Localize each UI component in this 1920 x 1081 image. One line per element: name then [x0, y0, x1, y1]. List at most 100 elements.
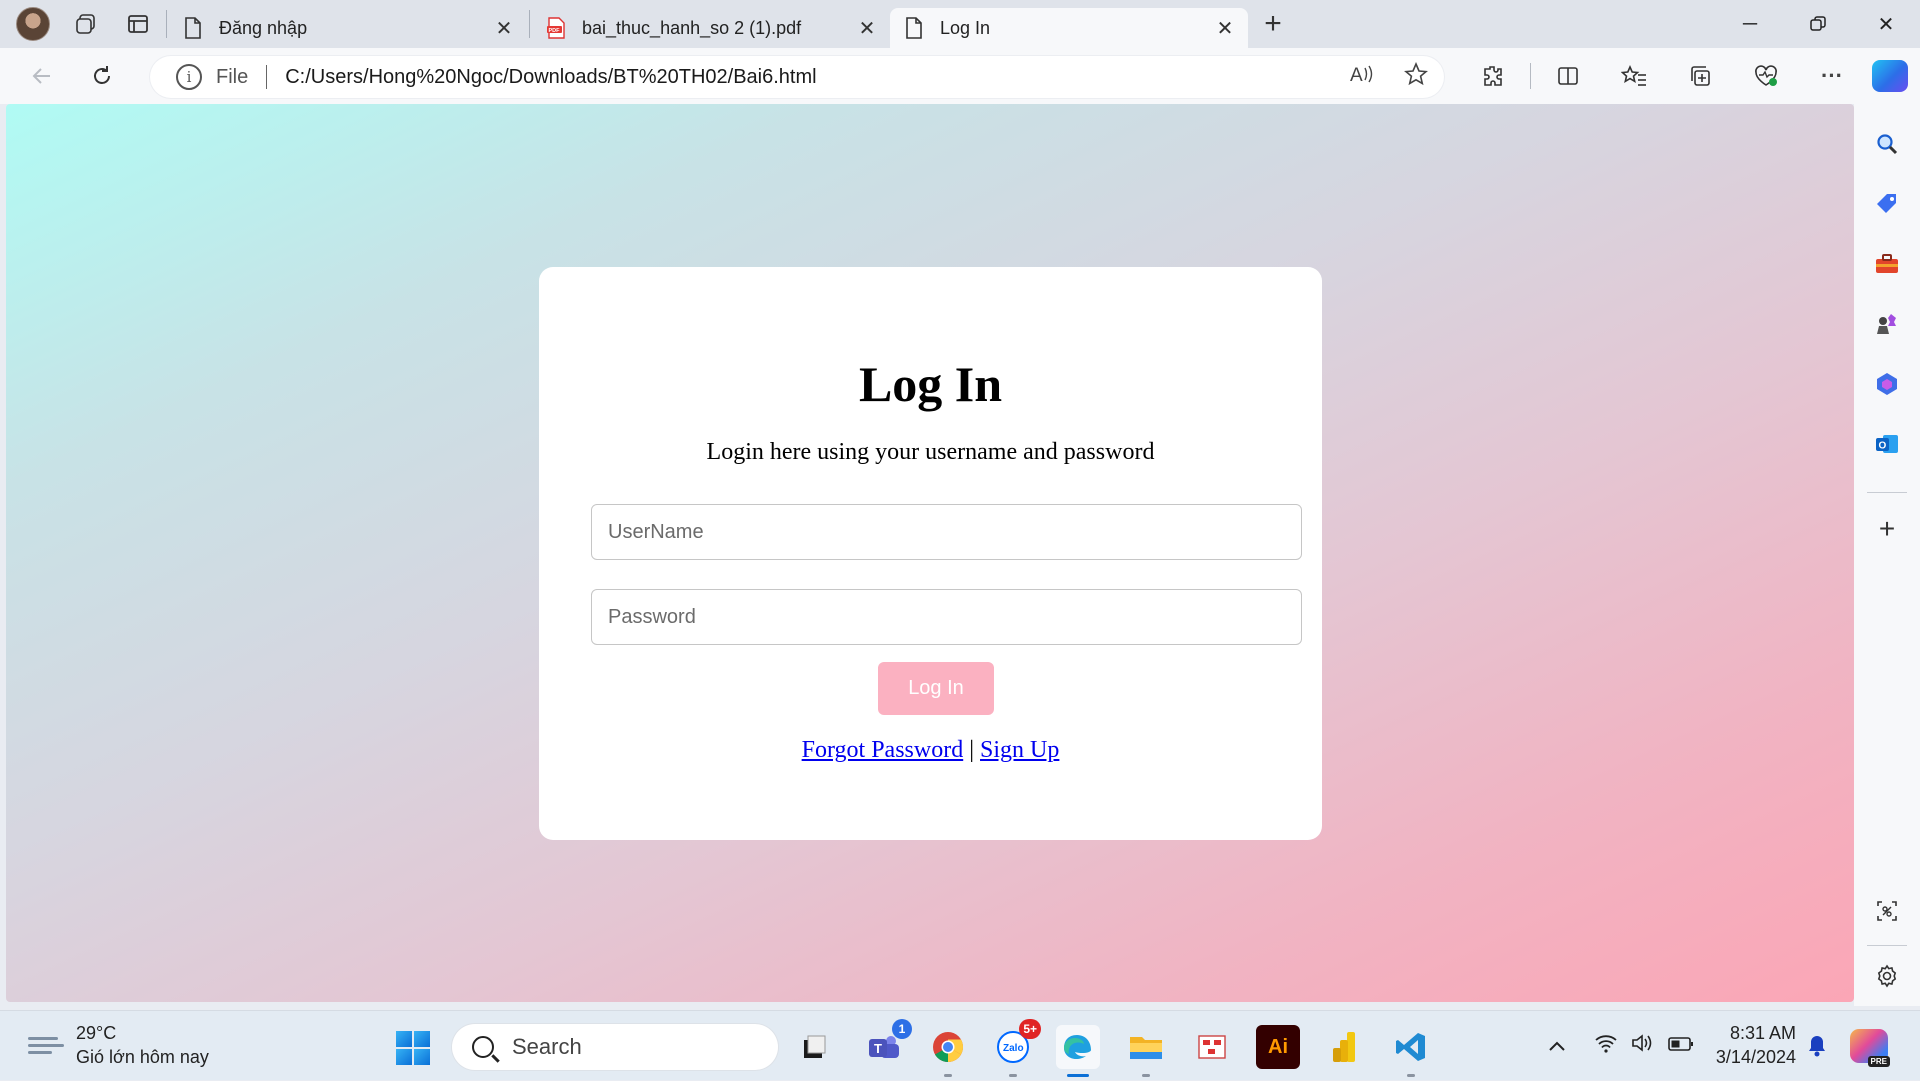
clock-date: 3/14/2024: [1715, 1047, 1796, 1067]
vscode-icon[interactable]: [1389, 1025, 1433, 1077]
running-indicator: [1009, 1074, 1017, 1077]
toolbar-separator: [1530, 63, 1531, 89]
zalo-icon[interactable]: Zalo 5+: [991, 1019, 1041, 1077]
new-tab-button[interactable]: +: [1248, 0, 1298, 48]
tab-label: bai_thuc_hanh_so 2 (1).pdf: [582, 17, 802, 38]
active-indicator: [1067, 1074, 1089, 1077]
search-icon[interactable]: [1867, 124, 1907, 164]
start-button[interactable]: [396, 1031, 430, 1065]
tab-pdf[interactable]: PDF bai_thuc_hanh_so 2 (1).pdf ✕: [532, 8, 890, 48]
search-icon: [472, 1036, 494, 1058]
minimize-button[interactable]: ─: [1716, 0, 1784, 48]
browser-tab-bar: Đăng nhập ✕ PDF bai_thuc_hanh_so 2 (1).p…: [0, 0, 1920, 48]
link-separator: |: [969, 737, 975, 763]
microsoft-365-icon[interactable]: [1867, 364, 1907, 404]
tab-label: Đăng nhập: [219, 17, 308, 38]
svg-text:PDF: PDF: [549, 28, 561, 34]
tab-dang-nhap[interactable]: Đăng nhập ✕: [169, 8, 527, 48]
more-options-icon[interactable]: ···: [1799, 48, 1865, 104]
teams-badge: 1: [892, 1019, 912, 1039]
running-indicator: [1407, 1074, 1415, 1077]
running-indicator: [1142, 1074, 1150, 1077]
illustrator-icon[interactable]: Ai: [1256, 1025, 1300, 1069]
page-title: Log In: [858, 356, 1003, 412]
chrome-icon[interactable]: [926, 1025, 970, 1077]
clock-time: 8:31 AM: [1729, 1023, 1796, 1043]
web-page-viewport: Log In Login here using your username an…: [6, 104, 1854, 1002]
close-icon[interactable]: ✕: [856, 16, 878, 41]
browser-essentials-icon[interactable]: [1733, 48, 1799, 104]
copilot-taskbar-icon[interactable]: PRE: [1850, 1011, 1890, 1081]
system-tray: [1540, 1011, 1694, 1081]
system-clock[interactable]: 8:31 AM 3/14/2024: [1716, 1021, 1796, 1069]
screenshot-icon[interactable]: [1867, 891, 1907, 931]
weather-temperature: 29°C: [76, 1023, 117, 1043]
tab-log-in[interactable]: Log In ✕: [890, 8, 1248, 48]
task-view-icon[interactable]: [792, 1025, 836, 1069]
workspaces-icon[interactable]: [60, 0, 112, 48]
tab-separator: [166, 10, 167, 38]
refresh-button[interactable]: [74, 48, 130, 104]
wifi-icon[interactable]: [1594, 1033, 1618, 1059]
tab-actions-icon[interactable]: [112, 0, 164, 48]
power-bi-icon[interactable]: [1322, 1025, 1366, 1069]
sidebar-separator: [1867, 492, 1907, 493]
password-input[interactable]: [591, 589, 1302, 645]
games-icon[interactable]: [1867, 304, 1907, 344]
page-icon: [185, 17, 201, 39]
tab-separator: [529, 10, 530, 38]
svg-text:Zalo: Zalo: [1003, 1043, 1024, 1054]
scheme-label: File: [216, 65, 249, 88]
browser-toolbar: i File C:/Users/Hong%20Ngoc/Downloads/BT…: [0, 48, 1920, 104]
extensions-icon[interactable]: [1460, 48, 1526, 104]
tools-icon[interactable]: [1867, 244, 1907, 284]
add-icon[interactable]: +: [1867, 509, 1907, 549]
copilot-icon[interactable]: [1872, 60, 1908, 92]
file-explorer-icon[interactable]: [1124, 1025, 1168, 1077]
teams-icon[interactable]: T 1: [862, 1019, 912, 1069]
close-window-button[interactable]: ✕: [1852, 0, 1920, 48]
auth-links: Forgot Password | Sign Up: [539, 737, 1322, 764]
profile-avatar[interactable]: [16, 7, 50, 41]
login-button[interactable]: Log In: [878, 662, 994, 715]
login-card: Log In Login here using your username an…: [539, 267, 1322, 840]
notification-bell-icon[interactable]: [1806, 1011, 1828, 1081]
chevron-up-icon[interactable]: [1540, 1035, 1574, 1058]
read-aloud-icon[interactable]: A: [1350, 63, 1374, 91]
pdf-icon: PDF: [547, 17, 565, 39]
close-icon[interactable]: ✕: [1214, 16, 1236, 41]
shopping-tag-icon[interactable]: [1867, 184, 1907, 224]
edge-sidebar: O +: [1854, 104, 1920, 1006]
back-button[interactable]: [14, 48, 70, 104]
tab-label: Log In: [940, 17, 991, 38]
favorites-icon[interactable]: [1601, 48, 1667, 104]
username-input[interactable]: [591, 504, 1302, 560]
zalo-badge: 5+: [1019, 1019, 1041, 1039]
volume-icon[interactable]: [1630, 1032, 1654, 1060]
taskbar-search[interactable]: Search: [452, 1024, 778, 1070]
svg-text:O: O: [1879, 441, 1887, 452]
outlook-icon[interactable]: O: [1867, 424, 1907, 464]
info-icon[interactable]: i: [176, 64, 202, 90]
split-screen-icon[interactable]: [1535, 48, 1601, 104]
battery-icon[interactable]: [1668, 1035, 1694, 1058]
login-subtitle: Login here using your username and passw…: [706, 439, 1155, 465]
settings-gear-icon[interactable]: [1867, 956, 1907, 996]
address-bar[interactable]: i File C:/Users/Hong%20Ngoc/Downloads/BT…: [150, 56, 1444, 98]
edge-icon[interactable]: [1056, 1025, 1100, 1077]
address-separator: [266, 65, 268, 89]
svg-text:A: A: [1350, 65, 1363, 85]
windows-taskbar: 29°C Gió lớn hôm nay Search T 1 Zalo 5+ …: [0, 1010, 1920, 1080]
restore-button[interactable]: [1784, 0, 1852, 48]
page-icon: [906, 17, 922, 39]
network-app-icon[interactable]: [1190, 1025, 1234, 1069]
url-text[interactable]: C:/Users/Hong%20Ngoc/Downloads/BT%20TH02…: [285, 66, 816, 89]
close-icon[interactable]: ✕: [493, 16, 515, 41]
favorite-star-icon[interactable]: [1404, 61, 1428, 92]
collections-icon[interactable]: [1667, 48, 1733, 104]
search-label: Search: [512, 1034, 582, 1059]
weather-widget[interactable]: 29°C Gió lớn hôm nay: [28, 1021, 209, 1069]
svg-text:T: T: [874, 1041, 882, 1056]
sign-up-link[interactable]: Sign Up: [980, 737, 1059, 763]
forgot-password-link[interactable]: Forgot Password: [802, 737, 964, 763]
